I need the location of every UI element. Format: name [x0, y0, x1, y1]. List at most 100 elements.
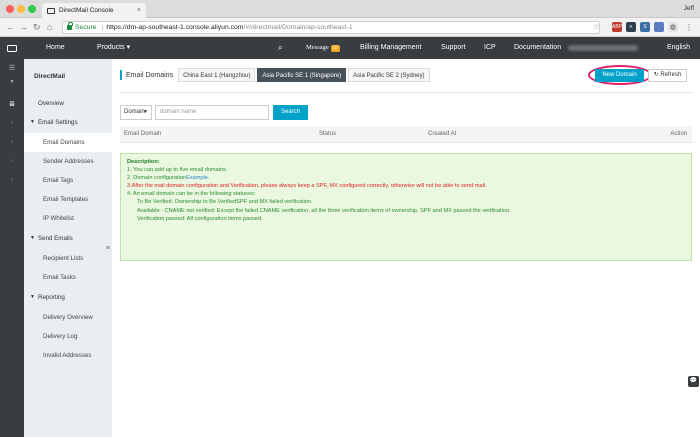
chat-support-icon[interactable]: 💬: [688, 376, 699, 387]
domains-table-header: Email Domain Status Created At Action: [120, 126, 692, 143]
window-close-icon[interactable]: [6, 5, 14, 13]
caret-down-icon: ▼: [30, 294, 35, 300]
group-label: Email Settings: [38, 119, 78, 126]
lock-icon: [67, 22, 73, 30]
example-link[interactable]: Example: [186, 175, 208, 181]
adblock-extension-icon[interactable]: ABP: [612, 22, 622, 32]
rail-chevron-right-icon[interactable]: ›: [0, 116, 24, 130]
nav-language[interactable]: English: [667, 37, 690, 59]
column-action: Action: [670, 131, 687, 137]
search-button[interactable]: Search: [273, 105, 308, 120]
sidebar-group-email-settings[interactable]: ▼ Email Settings: [24, 113, 112, 132]
url-host: https://dm-ap-southeast-1.console.aliyun…: [106, 24, 244, 31]
url-path: /#/directmail/Domain/ap-southeast-1: [243, 24, 353, 31]
forward-arrow-icon[interactable]: →: [19, 21, 28, 33]
refresh-button[interactable]: ↻ Refresh: [648, 69, 687, 82]
message-count-badge: 58: [330, 45, 340, 52]
user-profile-icon[interactable]: ◍: [668, 22, 678, 32]
home-icon[interactable]: ⌂: [47, 21, 52, 33]
sidebar-item-delivery-log[interactable]: Delivery Log: [24, 327, 112, 346]
search-icon[interactable]: ⌕: [278, 37, 282, 59]
blue-extension-icon[interactable]: [654, 22, 664, 32]
region-tab-hangzhou[interactable]: China East 1 (Hangzhou): [178, 68, 256, 82]
region-tab-sydney[interactable]: Asia Pacific SE 2 (Sydney): [348, 68, 430, 82]
sidebar-title: DirectMail: [34, 73, 66, 80]
nav-icp[interactable]: ICP: [484, 37, 496, 59]
column-created-at: Created At: [428, 131, 457, 137]
nav-support[interactable]: Support: [441, 37, 466, 59]
region-tab-singapore[interactable]: Asia Pacific SE 1 (Singapore): [257, 68, 347, 82]
description-line: 2. Domain configurationExample.: [127, 174, 685, 182]
line-text: 2. Domain configuration: [127, 175, 187, 182]
window-minimize-icon[interactable]: [17, 5, 25, 13]
list-icon[interactable]: ≣: [0, 97, 24, 111]
description-line: To Be Verified: Ownership to Be Verified…: [137, 199, 313, 206]
group-label: Reporting: [38, 294, 65, 301]
page-title: Email Domains: [126, 71, 174, 79]
sidebar-item-email-domains[interactable]: Email Domains: [24, 133, 112, 152]
bookmark-star-icon[interactable]: ☆: [593, 21, 600, 33]
nav-products[interactable]: Products ▾: [97, 37, 130, 59]
select-value: Domain: [124, 109, 145, 115]
column-email-domain: Email Domain: [124, 131, 162, 137]
description-line: 1. You can add up to five email domains.: [127, 167, 228, 174]
column-status: Status: [319, 131, 337, 137]
console-header: Home Products ▾ ⌕ Message 58 Billing Mana…: [0, 37, 700, 59]
browser-menu-icon[interactable]: ⋮: [684, 22, 694, 32]
sidebar-item-email-templates[interactable]: Email Templates: [24, 190, 112, 209]
sidebar-group-send-emails[interactable]: ▼ Send Emails: [24, 229, 112, 248]
refresh-label: Refresh: [660, 72, 682, 78]
extension-icon[interactable]: ≡: [626, 22, 636, 32]
window-maximize-icon[interactable]: [28, 5, 36, 13]
reload-icon[interactable]: ↻: [33, 21, 41, 33]
sidebar-group-reporting[interactable]: ▼ Reporting: [24, 288, 112, 307]
browser-toolbar: ← → ↻ ⌂ Secure | https://dm-ap-southeast…: [0, 18, 700, 37]
browser-user-name[interactable]: Jeff: [684, 5, 694, 12]
address-bar[interactable]: Secure | https://dm-ap-southeast-1.conso…: [62, 21, 600, 34]
sidebar-item-delivery-overview[interactable]: Delivery Overview: [24, 308, 112, 327]
domain-search-input[interactable]: domain name: [155, 105, 269, 120]
message-label: Message: [306, 44, 329, 51]
aliyun-logo-icon[interactable]: [0, 37, 24, 59]
rail-chevron-right-icon[interactable]: ›: [0, 135, 24, 149]
sidebar-item-ip-whitelist[interactable]: IP Whitelist: [24, 209, 112, 228]
product-icon-rail: ☰ ▼ ≣ › › › ›: [0, 59, 24, 437]
description-line: 4. An email domain can be in the followi…: [127, 191, 256, 198]
aliyun-logo-icon: [47, 7, 55, 14]
chevron-down-icon: ▼: [143, 109, 148, 115]
rail-chevron-right-icon[interactable]: ›: [0, 154, 24, 168]
tab-close-icon[interactable]: ×: [137, 7, 141, 14]
nav-documentation[interactable]: Documentation: [514, 37, 561, 59]
search-row: Domain ▼ domain name Search: [120, 105, 308, 120]
browser-tabstrip: DirectMail Console × Jeff: [0, 0, 700, 18]
browser-tab[interactable]: DirectMail Console ×: [42, 3, 146, 18]
sidebar-item-email-tasks[interactable]: Email Tasks: [24, 268, 112, 287]
sidebar-item-recipient-lists[interactable]: Recipient Lists: [24, 249, 112, 268]
title-divider: [120, 92, 692, 93]
description-line: Verification passed: All configuration i…: [137, 215, 263, 222]
sidebar-item-email-tags[interactable]: Email Tags: [24, 171, 112, 190]
directmail-sidebar: DirectMail Overview ▼ Email Settings Emai…: [24, 59, 112, 437]
sidebar-item-invalid-addresses[interactable]: Invalid Addresses: [24, 346, 112, 365]
sidebar-item-sender-addresses[interactable]: Sender Addresses: [24, 152, 112, 171]
group-label: Send Emails: [38, 235, 73, 242]
secure-label: Secure: [75, 24, 97, 31]
rail-chevron-right-icon[interactable]: ›: [0, 173, 24, 187]
tab-title: DirectMail Console: [59, 7, 114, 14]
main-content: Email Domains China East 1 (Hangzhou) As…: [112, 59, 700, 437]
page-title-bar: Email Domains China East 1 (Hangzhou) As…: [120, 67, 432, 83]
line-text: .: [207, 175, 210, 182]
title-accent-bar: [120, 70, 122, 80]
nav-home[interactable]: Home: [46, 37, 65, 59]
back-arrow-icon[interactable]: ←: [6, 21, 15, 33]
account-name-blurred[interactable]: [568, 45, 638, 51]
skype-extension-icon[interactable]: S: [640, 22, 650, 32]
collapse-menu-icon[interactable]: ☰: [0, 61, 24, 75]
new-domain-button[interactable]: New Domain: [595, 69, 644, 82]
description-notice: Description: 1. You can add up to five e…: [120, 153, 692, 261]
chevron-down-icon[interactable]: ▼: [0, 75, 24, 89]
nav-message[interactable]: Message 58: [306, 37, 340, 59]
nav-billing[interactable]: Billing Management: [360, 37, 421, 59]
sidebar-item-overview[interactable]: Overview: [24, 94, 112, 113]
search-type-select[interactable]: Domain ▼: [120, 105, 152, 120]
